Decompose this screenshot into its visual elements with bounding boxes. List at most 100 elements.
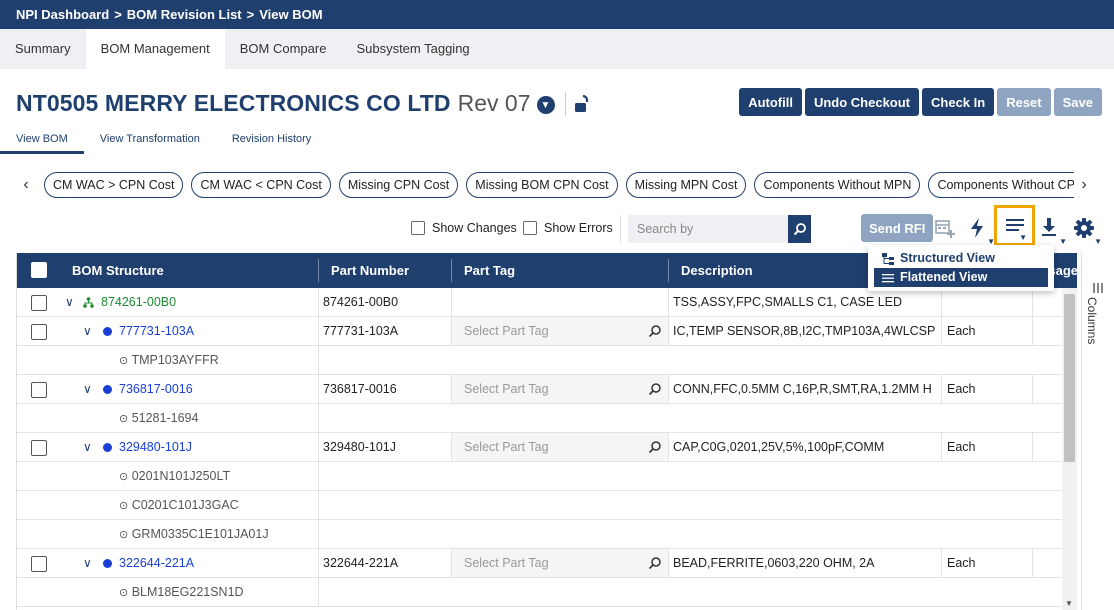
revision-dropdown-icon[interactable]: ▼ — [536, 96, 555, 114]
column-header-part-tag[interactable]: Part Tag — [464, 253, 515, 288]
show-changes-toggle[interactable]: Show Changes — [411, 221, 517, 235]
tab-subsystem-tagging[interactable]: Subsystem Tagging — [341, 29, 484, 69]
gear-icon[interactable]: ▼ — [1072, 216, 1102, 246]
cell-divider — [941, 375, 942, 403]
sub-tabs: View BOM View Transformation Revision Hi… — [0, 129, 327, 154]
cell-divider — [1032, 549, 1033, 577]
row-checkbox[interactable] — [31, 556, 47, 572]
chevron-down-icon[interactable]: ∨ — [65, 288, 74, 316]
filter-chip[interactable]: Missing BOM CPN Cost — [466, 172, 618, 198]
subtab-view-transformation[interactable]: View Transformation — [84, 129, 216, 154]
breadcrumb-bom-revision-list[interactable]: BOM Revision List — [127, 7, 242, 22]
bom-structure-name[interactable]: 736817-0016 — [119, 375, 193, 403]
search-input[interactable] — [628, 215, 788, 243]
chevron-down-icon[interactable]: ∨ — [83, 317, 92, 345]
filter-chip[interactable]: Components Without MPN — [754, 172, 921, 198]
table-row[interactable]: ∨ 736817-0016 736817-0016 Select Part Ta… — [17, 375, 1077, 404]
scrollbar-thumb[interactable] — [1064, 294, 1075, 462]
subtab-revision-history[interactable]: Revision History — [216, 129, 327, 154]
chevron-left-icon[interactable]: ‹ — [16, 176, 36, 194]
search-button[interactable] — [788, 215, 811, 243]
part-tag-select[interactable]: Select Part Tag — [452, 375, 668, 403]
row-checkbox[interactable] — [31, 382, 47, 398]
filter-chip[interactable]: Missing CPN Cost — [338, 172, 459, 198]
mpn-target-icon: ⊙ — [119, 413, 129, 425]
grid-scrollbar[interactable]: ▼ — [1062, 288, 1077, 610]
tab-bom-compare[interactable]: BOM Compare — [225, 29, 342, 69]
send-rfi-button[interactable]: Send RFI — [861, 214, 934, 242]
row-checkbox[interactable] — [31, 324, 47, 340]
filter-chip[interactable]: Missing MPN Cost — [625, 172, 747, 198]
view-mode-button[interactable]: ▼ — [994, 205, 1035, 246]
lines-icon — [1005, 218, 1024, 231]
search-icon[interactable] — [648, 556, 662, 570]
filter-chip[interactable]: Components Without CPN — [928, 172, 1074, 198]
chevron-down-icon[interactable]: ∨ — [83, 433, 92, 461]
column-header-description[interactable]: Description — [681, 253, 753, 288]
columns-icon — [1093, 283, 1103, 293]
bom-structure-name[interactable]: 329480-101J — [119, 433, 192, 461]
save-button[interactable]: Save — [1053, 88, 1102, 116]
search-icon[interactable] — [648, 382, 662, 396]
toolbar-divider — [620, 215, 621, 243]
cell-divider — [318, 433, 319, 461]
row-checkbox[interactable] — [31, 295, 47, 311]
check-in-button[interactable]: Check In — [922, 88, 995, 116]
breadcrumb-npi-dashboard[interactable]: NPI Dashboard — [16, 7, 109, 22]
cell-divider — [318, 578, 319, 606]
breadcrumb-separator: > — [114, 7, 122, 22]
chevron-down-icon[interactable]: ∨ — [83, 375, 92, 403]
description-cell: BEAD,FERRITE,0603,220 OHM, 2A — [673, 556, 875, 570]
search-icon[interactable] — [648, 324, 662, 338]
show-errors-checkbox[interactable] — [523, 221, 537, 235]
unlock-icon[interactable] — [574, 94, 592, 114]
page-title: NT0505 MERRY ELECTRONICS CO LTD Rev 07 ▼ — [16, 90, 592, 117]
mpn-cell: ⊙ TMP103AYFFR — [119, 346, 219, 374]
scroll-down-arrow-icon[interactable]: ▼ — [1065, 599, 1073, 608]
list-icon — [882, 273, 894, 282]
row-checkbox[interactable] — [31, 440, 47, 456]
chevron-right-icon[interactable]: › — [1074, 176, 1094, 194]
columns-side-panel[interactable]: Columns — [1081, 253, 1114, 610]
show-errors-label: Show Errors — [544, 221, 613, 235]
select-all-checkbox[interactable] — [31, 262, 47, 278]
lightning-icon[interactable]: ▼ — [965, 216, 995, 246]
table-row[interactable]: ∨ 777731-103A 777731-103A Select Part Ta… — [17, 317, 1077, 346]
columns-panel-label: Columns — [1085, 297, 1099, 345]
cell-divider — [1032, 288, 1033, 316]
tab-bom-management[interactable]: BOM Management — [85, 29, 225, 69]
cell-divider — [451, 288, 452, 316]
autofill-button[interactable]: Autofill — [739, 88, 802, 116]
filter-chip[interactable]: CM WAC < CPN Cost — [191, 172, 331, 198]
undo-checkout-button[interactable]: Undo Checkout — [804, 88, 920, 116]
column-header-bom-structure[interactable]: BOM Structure — [72, 253, 164, 288]
filter-chip[interactable]: CM WAC > CPN Cost — [44, 172, 184, 198]
chevron-down-icon[interactable]: ∨ — [83, 549, 92, 577]
column-header-part-number[interactable]: Part Number — [331, 253, 409, 288]
show-changes-checkbox[interactable] — [411, 221, 425, 235]
part-tag-select[interactable]: Select Part Tag — [452, 317, 668, 345]
subtab-view-bom[interactable]: View BOM — [0, 129, 84, 154]
column-separator — [318, 259, 319, 282]
download-icon[interactable]: ▼ — [1037, 216, 1067, 246]
part-tag-select[interactable]: Select Part Tag — [452, 549, 668, 577]
table-row[interactable]: ∨ 874261-00B0 874261-00B0 TSS,ASSY,FPC,S… — [17, 288, 1077, 317]
bom-structure-name[interactable]: 874261-00B0 — [101, 288, 176, 316]
bom-structure-name[interactable]: 322644-221A — [119, 549, 194, 577]
search-icon — [793, 223, 806, 236]
add-calendar-icon[interactable] — [933, 216, 957, 240]
mpn-name: GRM0335C1E101JA01J — [131, 527, 269, 541]
search-icon[interactable] — [648, 440, 662, 454]
part-tag-placeholder: Select Part Tag — [464, 440, 549, 454]
tab-summary[interactable]: Summary — [0, 29, 86, 69]
part-tag-select[interactable]: Select Part Tag — [452, 433, 668, 461]
show-errors-toggle[interactable]: Show Errors — [523, 221, 613, 235]
bom-structure-name[interactable]: 777731-103A — [119, 317, 194, 345]
flattened-view-option[interactable]: Flattened View — [874, 268, 1048, 287]
table-row[interactable]: ∨ 329480-101J 329480-101J Select Part Ta… — [17, 433, 1077, 462]
table-row: ⊙ 51281-1694 — [17, 404, 1077, 433]
mpn-name: TMP103AYFFR — [131, 353, 219, 367]
structured-view-option[interactable]: Structured View — [874, 249, 1048, 268]
reset-button[interactable]: Reset — [997, 88, 1051, 116]
table-row[interactable]: ∨ 322644-221A 322644-221A Select Part Ta… — [17, 549, 1077, 578]
